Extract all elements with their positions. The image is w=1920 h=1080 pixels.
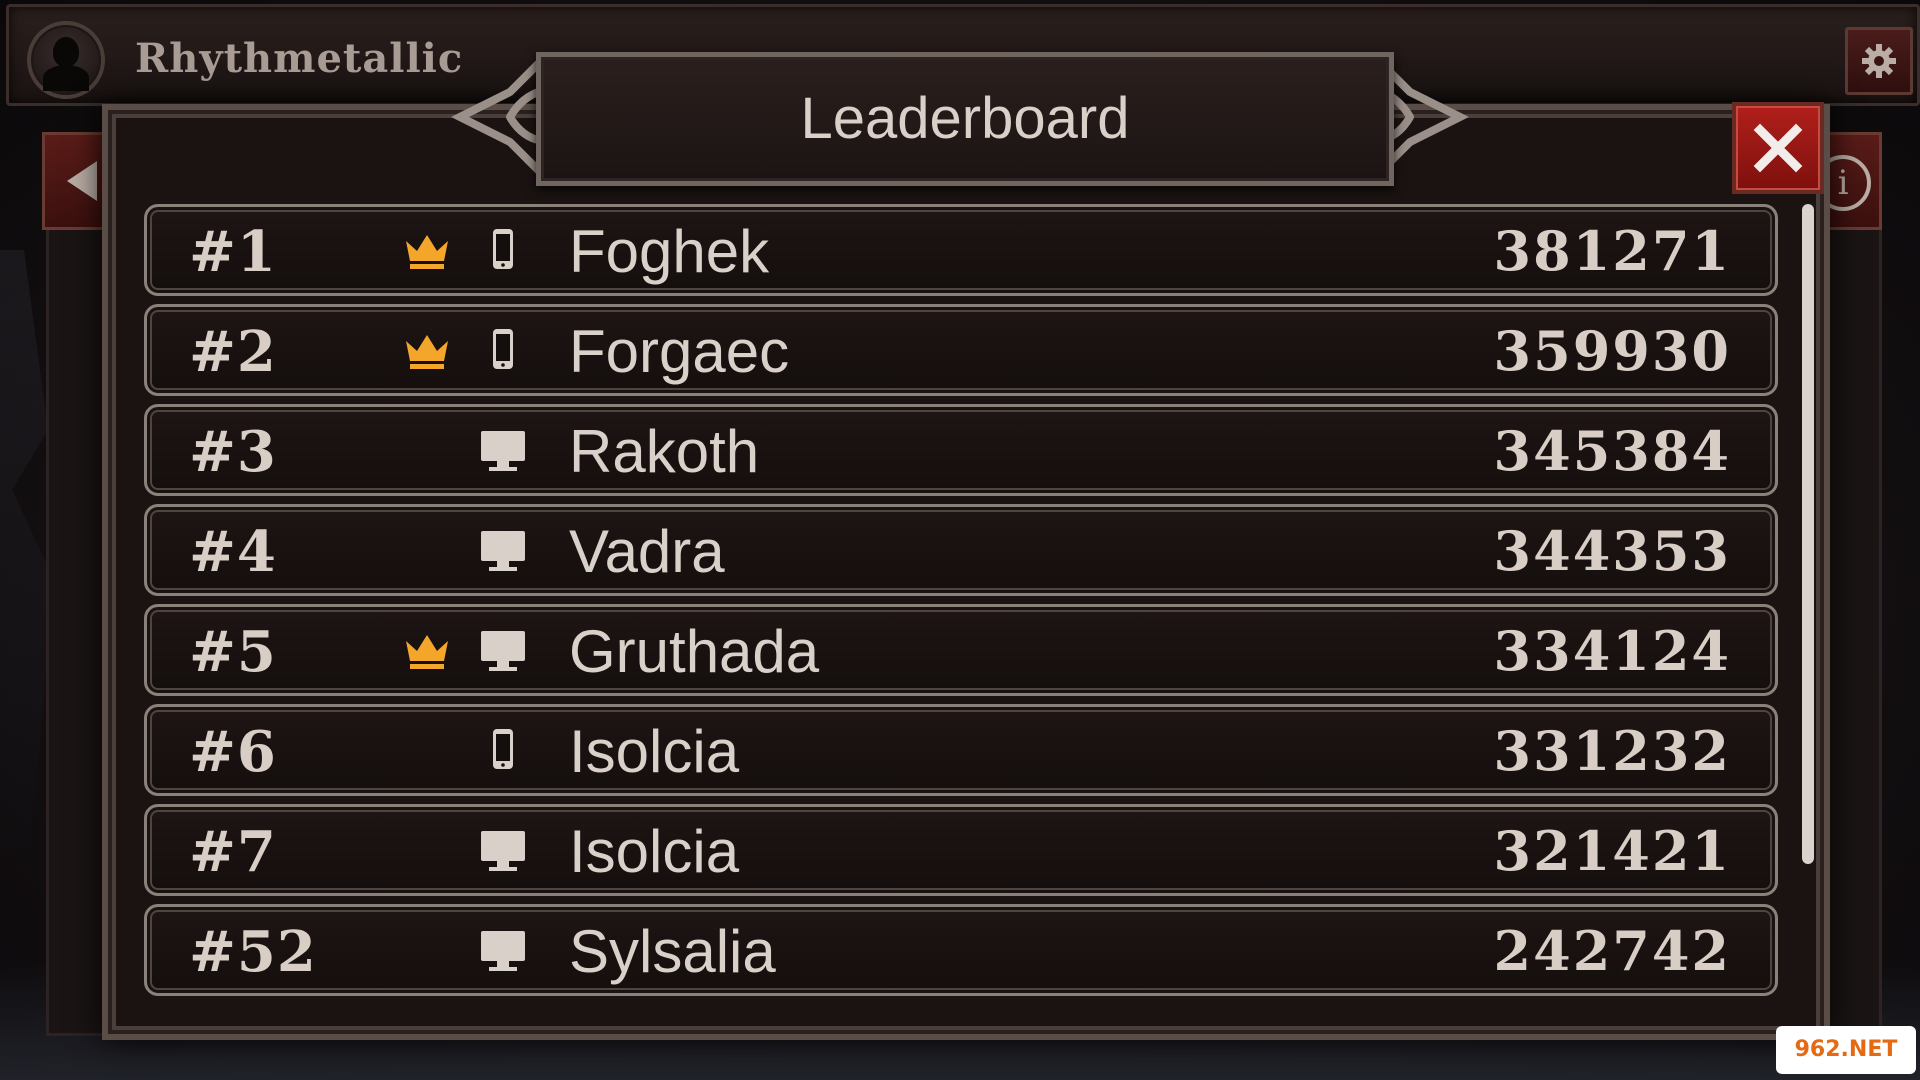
rank-label: #7 — [189, 819, 277, 885]
phone-icon — [477, 225, 529, 275]
desktop-icon — [477, 525, 529, 575]
player-avatar[interactable] — [27, 21, 105, 99]
leaderboard-row[interactable]: #3 Rakoth 345384 — [144, 404, 1778, 496]
player-name-label: Isolcia — [569, 718, 740, 785]
scrollbar[interactable] — [1802, 204, 1814, 864]
player-name-label: Vadra — [569, 518, 725, 585]
score-label: 331232 — [1493, 719, 1731, 783]
rank-label: #4 — [189, 519, 277, 585]
rank-label: #2 — [189, 319, 277, 385]
score-label: 359930 — [1493, 319, 1731, 383]
watermark-logo: 962.NET — [1776, 1026, 1916, 1074]
player-name: Rhythmetallic — [135, 35, 464, 82]
leaderboard-row[interactable]: #1 Foghek 381271 — [144, 204, 1778, 296]
game-screen: Rhythmetallic i Leaderboard #1 Foghek 38… — [0, 0, 1920, 1080]
desktop-icon — [477, 925, 529, 975]
dialog-title: Leaderboard — [800, 86, 1130, 151]
leaderboard-row[interactable]: #5 Gruthada 334124 — [144, 604, 1778, 696]
score-label: 334124 — [1493, 619, 1731, 683]
crown-icon — [403, 331, 451, 371]
score-label: 242742 — [1493, 919, 1731, 983]
score-label: 344353 — [1493, 519, 1731, 583]
desktop-icon — [477, 425, 529, 475]
player-name-label: Rakoth — [569, 418, 760, 485]
score-label: 321421 — [1493, 819, 1731, 883]
player-name-label: Gruthada — [569, 618, 820, 685]
phone-icon — [477, 725, 529, 775]
rank-label: #5 — [189, 619, 277, 685]
rank-label: #6 — [189, 719, 277, 785]
desktop-icon — [477, 625, 529, 675]
leaderboard-row[interactable]: #4 Vadra 344353 — [144, 504, 1778, 596]
close-button[interactable] — [1732, 102, 1824, 194]
crown-icon — [403, 631, 451, 671]
leaderboard-row[interactable]: #7 Isolcia 321421 — [144, 804, 1778, 896]
player-name-label: Foghek — [569, 218, 770, 285]
desktop-icon — [477, 825, 529, 875]
leaderboard-row[interactable]: #52 Sylsalia 242742 — [144, 904, 1778, 996]
crown-icon — [403, 231, 451, 271]
rank-label: #3 — [189, 419, 277, 485]
left-arrow-icon — [67, 161, 97, 201]
leaderboard-row[interactable]: #2 Forgaec 359930 — [144, 304, 1778, 396]
rank-label: #1 — [189, 219, 277, 285]
title-plate: Leaderboard — [536, 52, 1394, 186]
phone-icon — [477, 325, 529, 375]
avatar-body-shape — [43, 65, 89, 91]
settings-button[interactable] — [1845, 27, 1913, 95]
gear-icon — [1862, 44, 1896, 78]
player-name-label: Sylsalia — [569, 918, 776, 985]
score-label: 381271 — [1493, 219, 1731, 283]
rank-label: #52 — [189, 919, 317, 985]
score-label: 345384 — [1493, 419, 1731, 483]
player-name-label: Isolcia — [569, 818, 740, 885]
close-icon — [1753, 123, 1803, 173]
avatar-head-shape — [53, 37, 79, 67]
leaderboard-row[interactable]: #6 Isolcia 331232 — [144, 704, 1778, 796]
player-name-label: Forgaec — [569, 318, 790, 385]
